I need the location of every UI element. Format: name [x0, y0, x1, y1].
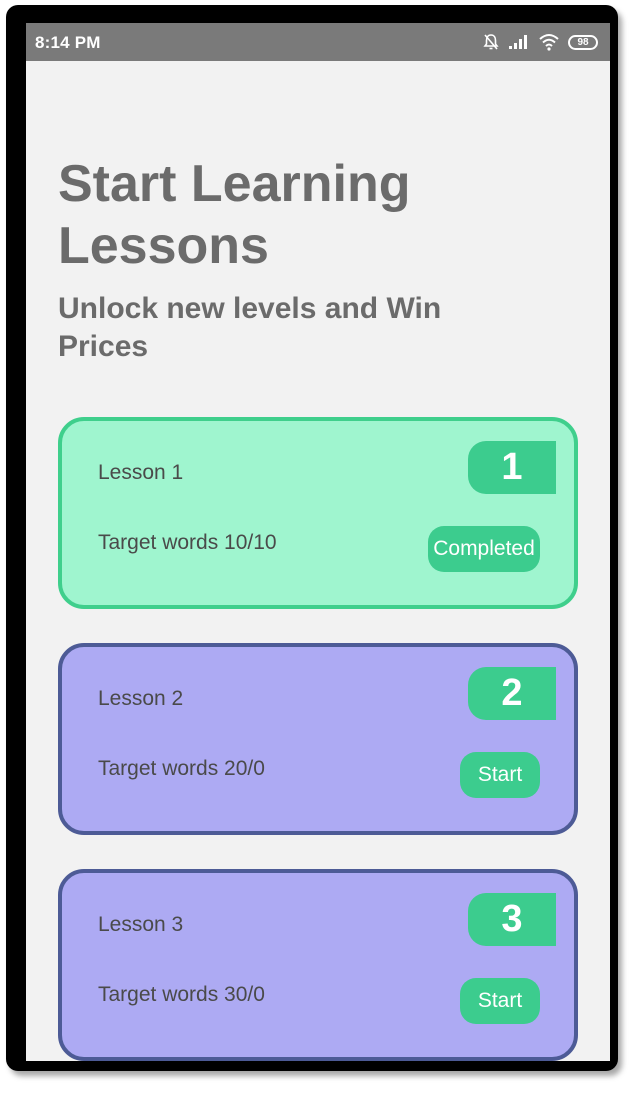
wifi-icon	[538, 33, 560, 51]
lesson-card-2[interactable]: Lesson 2 2 Target words 20/0 Start	[58, 643, 578, 835]
start-button[interactable]: Start	[460, 752, 540, 798]
status-bar: 8:14 PM 98	[26, 23, 610, 61]
target-words-label: Target words 20/0	[98, 757, 265, 780]
target-words-label: Target words 10/10	[98, 531, 277, 554]
lesson-title: Lesson 3	[98, 913, 184, 936]
signal-icon	[508, 34, 530, 50]
lesson-card-1[interactable]: Lesson 1 1 Target words 10/10 Completed	[58, 417, 578, 609]
page-subtitle: Unlock new levels and Win Prices	[58, 292, 442, 363]
target-words-label: Target words 30/0	[98, 983, 265, 1006]
app-screen: 8:14 PM 98 Start Learning Lessons Unlock…	[26, 23, 610, 1061]
status-icons: 98	[482, 31, 598, 53]
start-button[interactable]: Start	[460, 978, 540, 1024]
phone-frame: 8:14 PM 98 Start Learning Lessons Unlock…	[6, 5, 618, 1071]
completed-button[interactable]: Completed	[428, 526, 540, 572]
lesson-number-badge: 3	[468, 893, 556, 946]
status-time: 8:14 PM	[35, 33, 101, 52]
lesson-card-3[interactable]: Lesson 3 3 Target words 30/0 Start	[58, 869, 578, 1061]
lesson-title: Lesson 1	[98, 461, 184, 484]
page-title: Start Learning Lessons	[58, 155, 411, 275]
lesson-number-badge: 2	[468, 667, 556, 720]
mute-bell-icon	[482, 33, 500, 51]
battery-icon: 98	[568, 34, 598, 50]
lesson-title: Lesson 2	[98, 687, 184, 710]
lesson-number-badge: 1	[468, 441, 556, 494]
